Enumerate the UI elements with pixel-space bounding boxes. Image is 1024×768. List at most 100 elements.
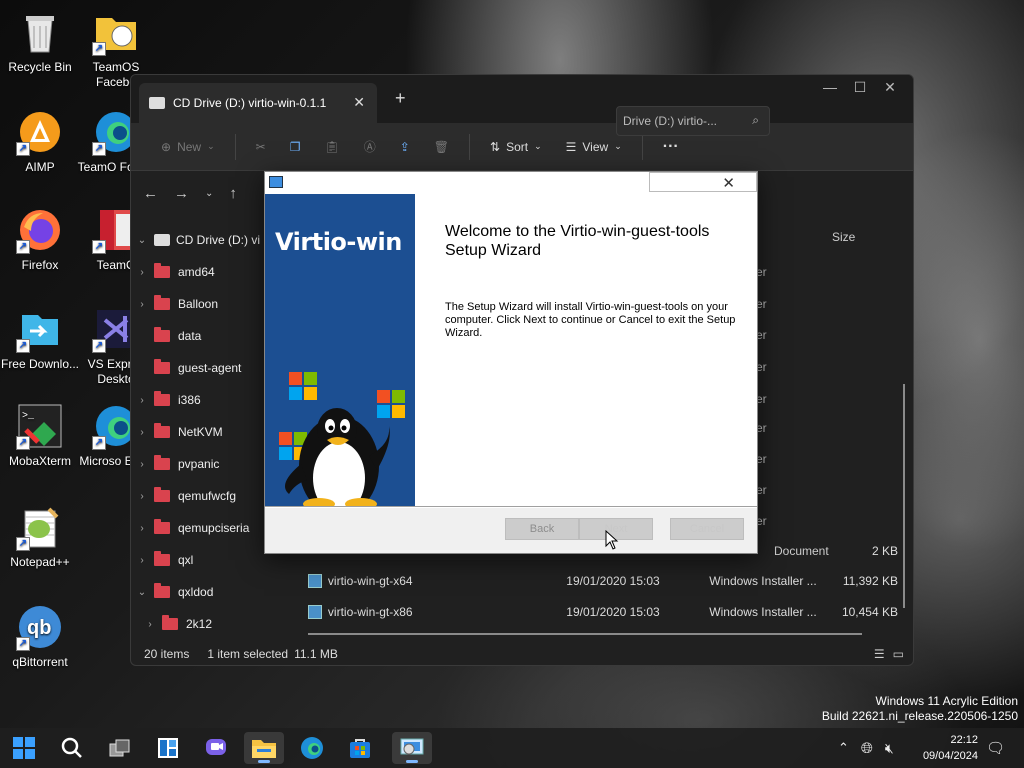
- cancel-button[interactable]: Cancel: [670, 518, 744, 540]
- desktop-icon-firefox[interactable]: ↗ Firefox: [0, 206, 80, 273]
- desktop-icon-free-download-manager[interactable]: ↗ Free Downlo...: [0, 305, 80, 372]
- file-explorer-taskbar-button[interactable]: [244, 732, 284, 764]
- chevron-right-icon[interactable]: ›: [138, 619, 162, 630]
- horizontal-scrollbar[interactable]: [308, 633, 862, 635]
- forward-arrow-icon[interactable]: →: [174, 185, 189, 202]
- nav-item-2k12[interactable]: › 2k12: [130, 608, 266, 640]
- cut-button[interactable]: ✂: [244, 131, 278, 163]
- chevron-right-icon[interactable]: ›: [130, 299, 154, 310]
- folder-icon: [154, 487, 170, 502]
- table-row[interactable]: virtio-win-gt-x86 19/01/2020 15:03 Windo…: [308, 597, 898, 627]
- explorer-titlebar[interactable]: CD Drive (D:) virtio-win-0.1.1 ✕ + — ☐ ✕: [131, 75, 913, 123]
- nav-item-label: qxl: [178, 553, 194, 567]
- installer-app-icon: [269, 176, 283, 188]
- edge-taskbar-button[interactable]: [292, 732, 332, 764]
- watermark-edition: Windows 11 Acrylic Edition: [875, 694, 1019, 708]
- chevron-right-icon[interactable]: ›: [130, 427, 154, 438]
- new-tab-icon[interactable]: +: [395, 88, 406, 109]
- chevron-right-icon[interactable]: ›: [130, 395, 154, 406]
- rename-button[interactable]: Ⓐ: [352, 131, 388, 163]
- desktop-icon-recycle-bin[interactable]: Recycle Bin: [0, 8, 80, 75]
- nav-item-label: pvpanic: [178, 457, 220, 471]
- search-box[interactable]: Drive (D:) virtio-... ⌕: [616, 106, 770, 136]
- new-button[interactable]: ⊕ New ⌄: [149, 131, 227, 163]
- search-button[interactable]: [52, 732, 92, 764]
- start-button[interactable]: [4, 732, 44, 764]
- selection-count: 1 item selected: [207, 647, 289, 661]
- up-arrow-icon[interactable]: ↑: [229, 185, 237, 202]
- desktop-icon-notepadpp[interactable]: ↗ Notepad++: [0, 503, 80, 570]
- back-button[interactable]: Back: [505, 518, 579, 540]
- dialog-titlebar[interactable]: ✕: [265, 172, 757, 194]
- nav-item-amd64[interactable]: › amd64: [130, 256, 266, 288]
- widgets-button[interactable]: [148, 732, 188, 764]
- recent-locations-icon[interactable]: ⌄: [205, 188, 213, 199]
- edge-icon: [301, 737, 323, 759]
- notification-center-button[interactable]: 🗨︎: [986, 728, 1005, 768]
- desktop-icon-aimp[interactable]: ↗ AIMP: [0, 108, 80, 175]
- maximize-icon[interactable]: ☐: [851, 79, 869, 96]
- nav-item-netkvm[interactable]: › NetKVM: [130, 416, 266, 448]
- sort-button[interactable]: ⇅ Sort ⌄: [478, 131, 554, 163]
- nav-item-label: qemupciseria: [178, 521, 250, 535]
- table-row[interactable]: virtio-win-gt-x64 19/01/2020 15:03 Windo…: [308, 566, 898, 596]
- taskbar: ⌃ 🌐︎ 🔇︎ 22:12 09/04/2024 🗨︎: [0, 728, 1024, 768]
- nav-item-label: qemufwcfg: [178, 489, 237, 503]
- status-bar: 20 items 1 item selected 11.1 MB ☰ ▭: [130, 642, 914, 666]
- nav-item-balloon[interactable]: › Balloon: [130, 288, 266, 320]
- store-taskbar-button[interactable]: [340, 732, 380, 764]
- taskbar-clock[interactable]: 22:12 09/04/2024: [906, 732, 978, 764]
- file-size: 2 KB: [871, 544, 898, 558]
- nav-item-pvpanic[interactable]: › pvpanic: [130, 448, 266, 480]
- explorer-tab[interactable]: CD Drive (D:) virtio-win-0.1.1 ✕: [139, 83, 377, 123]
- folder-icon: [154, 263, 170, 278]
- back-arrow-icon[interactable]: ←: [143, 185, 158, 202]
- installer-icon: [308, 605, 322, 619]
- close-icon[interactable]: ✕: [722, 174, 735, 192]
- notepadpp-icon: ↗: [16, 503, 64, 551]
- folder-icon: [154, 519, 170, 534]
- share-button[interactable]: ⇪: [388, 131, 422, 163]
- desktop-icon-qbittorrent[interactable]: qb ↗ qBittorrent: [0, 603, 80, 670]
- tiles-view-icon[interactable]: ▭: [893, 647, 904, 661]
- nav-item-qxldod[interactable]: ⌄ qxldod: [130, 576, 266, 608]
- setup-wizard-dialog[interactable]: ✕ Virtio-win Welcome to the Virtio-win-g…: [264, 171, 758, 554]
- chevron-right-icon[interactable]: ›: [130, 267, 154, 278]
- svg-text:qb: qb: [27, 617, 51, 639]
- paste-button[interactable]: 📋︎: [312, 131, 351, 163]
- desktop-icon-mobaxterm[interactable]: >_ ↗ MobaXterm: [0, 402, 80, 469]
- details-view-icon[interactable]: ☰: [874, 647, 885, 661]
- nav-item-i386[interactable]: › i386: [130, 384, 266, 416]
- nav-item-qxl[interactable]: › qxl: [130, 544, 266, 576]
- chat-button[interactable]: [196, 732, 236, 764]
- nav-item-qemupciserial[interactable]: › qemupciseria: [130, 512, 266, 544]
- minimize-icon[interactable]: —: [821, 79, 839, 96]
- vertical-scrollbar[interactable]: [903, 384, 905, 608]
- close-tab-icon[interactable]: ✕: [353, 94, 365, 111]
- widgets-icon: [158, 738, 178, 758]
- explorer-toolbar: ⊕ New ⌄ ✂ ❐ 📋︎ Ⓐ ⇪ 🗑︎ ⇅ Sort ⌄ ☰ View ⌄ …: [131, 123, 913, 171]
- chevron-right-icon[interactable]: ›: [130, 555, 154, 566]
- selection-size: 11.1 MB: [294, 647, 338, 661]
- chevron-right-icon[interactable]: ›: [130, 491, 154, 502]
- view-label: View: [582, 139, 609, 154]
- volume-muted-icon[interactable]: 🔇︎: [885, 740, 894, 757]
- nav-item-qemufwcfg[interactable]: › qemufwcfg: [130, 480, 266, 512]
- task-view-button[interactable]: [100, 732, 140, 764]
- copy-button[interactable]: ❐: [278, 131, 313, 163]
- network-icon[interactable]: 🌐︎: [861, 740, 873, 757]
- chevron-down-icon[interactable]: ⌄: [130, 587, 154, 598]
- setup-taskbar-button[interactable]: [392, 732, 432, 764]
- chevron-right-icon[interactable]: ›: [130, 459, 154, 470]
- chevron-up-icon[interactable]: ⌃: [838, 740, 849, 756]
- nav-item-drive[interactable]: ⌄ CD Drive (D:) vi: [130, 224, 266, 256]
- nav-item-data[interactable]: data: [130, 320, 266, 352]
- chevron-right-icon[interactable]: ›: [130, 523, 154, 534]
- delete-button[interactable]: 🗑︎: [422, 131, 461, 163]
- close-window-icon[interactable]: ✕: [881, 79, 899, 96]
- file-name: virtio-win-gt-x86: [327, 605, 413, 619]
- dialog-divider: [265, 506, 757, 508]
- chevron-down-icon[interactable]: ⌄: [130, 235, 154, 246]
- column-header-size[interactable]: Size: [832, 230, 855, 244]
- nav-item-guest-agent[interactable]: guest-agent: [130, 352, 266, 384]
